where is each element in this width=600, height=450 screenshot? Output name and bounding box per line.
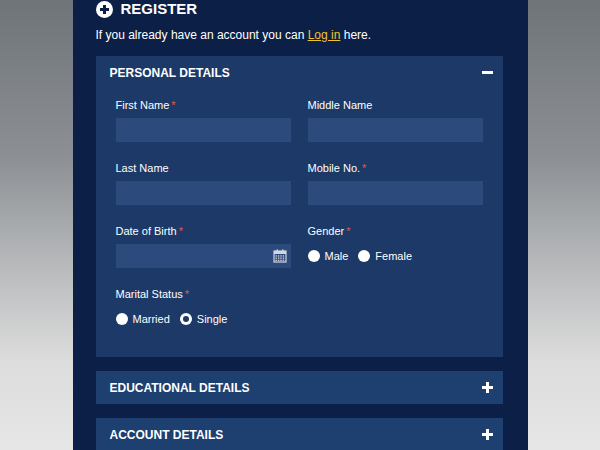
section-title: ACCOUNT DETAILS <box>110 428 224 442</box>
radio-group: Male Female <box>308 244 483 268</box>
page-background: REGISTER If you already have an account y… <box>0 0 600 450</box>
required-mark: * <box>171 99 175 111</box>
field-label: Middle Name <box>308 99 483 112</box>
form-section: EDUCATIONAL DETAILS <box>96 371 503 404</box>
text-input[interactable] <box>116 118 291 142</box>
form-field: First Name* <box>116 99 291 142</box>
login-link[interactable]: Log in <box>308 28 341 42</box>
form-field: Last Name <box>116 162 291 205</box>
radio-button[interactable] <box>116 313 128 325</box>
section-header[interactable]: ACCOUNT DETAILS <box>96 418 503 450</box>
form-field: Gender* Male Female <box>308 225 483 268</box>
radio-button[interactable] <box>358 250 370 262</box>
required-mark: * <box>362 162 366 174</box>
required-mark: * <box>185 288 189 300</box>
radio-option[interactable]: Married <box>116 313 170 325</box>
radio-option[interactable]: Female <box>358 250 412 262</box>
calendar-icon[interactable] <box>273 249 287 263</box>
form-section: PERSONAL DETAILS First Name* Middle Name La… <box>96 56 503 357</box>
form-field: Mobile No.* <box>308 162 483 205</box>
field-label: Gender* <box>308 225 483 238</box>
field-label: Marital Status* <box>116 288 291 301</box>
field-label: First Name* <box>116 99 291 112</box>
section-header[interactable]: EDUCATIONAL DETAILS <box>96 371 503 404</box>
section-title: PERSONAL DETAILS <box>110 66 230 80</box>
text-input[interactable] <box>308 181 483 205</box>
required-mark: * <box>346 225 350 237</box>
title-row: REGISTER <box>96 0 503 18</box>
field-label: Mobile No.* <box>308 162 483 175</box>
radio-button[interactable] <box>180 313 192 325</box>
register-title: REGISTER <box>121 0 198 18</box>
plus-icon[interactable] <box>482 382 493 393</box>
section-title: EDUCATIONAL DETAILS <box>110 381 250 395</box>
login-prompt: If you already have an account you can L… <box>96 28 503 42</box>
text-input[interactable] <box>116 181 291 205</box>
section-body: First Name* Middle Name Last Name Mobile No… <box>96 89 503 357</box>
radio-option[interactable]: Male <box>308 250 349 262</box>
form-field: Middle Name <box>308 99 483 142</box>
form-section: ACCOUNT DETAILS <box>96 418 503 450</box>
register-panel: REGISTER If you already have an account y… <box>73 0 528 450</box>
form-field: Date of Birth* <box>116 225 291 268</box>
radio-group: Married Single <box>116 307 291 331</box>
input-field[interactable] <box>116 244 273 268</box>
text-input[interactable] <box>308 118 483 142</box>
plus-circle-icon <box>96 1 113 18</box>
minus-icon[interactable] <box>482 67 493 78</box>
radio-option[interactable]: Single <box>180 313 228 325</box>
form-field: Marital Status* Married Single <box>116 288 291 331</box>
plus-icon[interactable] <box>482 429 493 440</box>
input-field[interactable] <box>116 118 291 142</box>
field-label: Last Name <box>116 162 291 175</box>
section-header[interactable]: PERSONAL DETAILS <box>96 56 503 89</box>
field-label: Date of Birth* <box>116 225 291 238</box>
radio-button[interactable] <box>308 250 320 262</box>
input-field[interactable] <box>308 181 483 205</box>
input-field[interactable] <box>308 118 483 142</box>
input-field[interactable] <box>116 181 291 205</box>
required-mark: * <box>179 225 183 237</box>
date-input[interactable] <box>116 244 291 268</box>
